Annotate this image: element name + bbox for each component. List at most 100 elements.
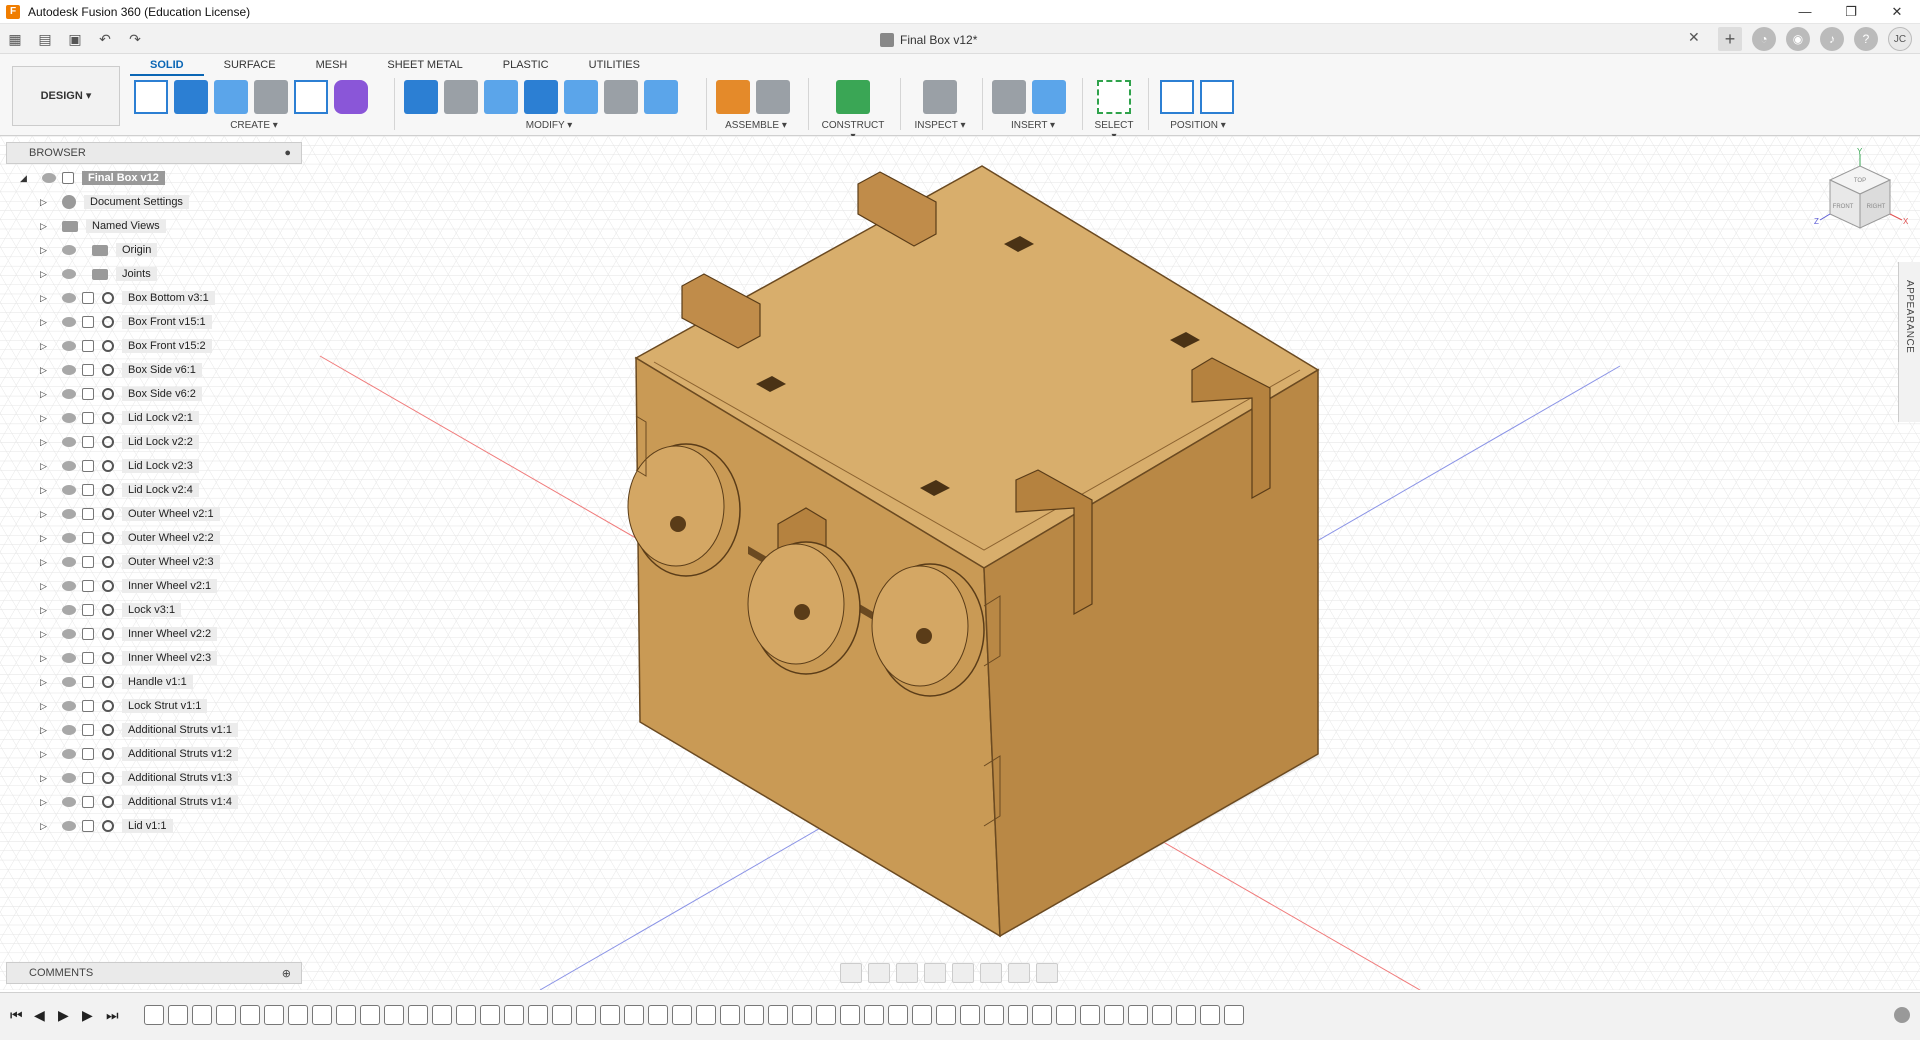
expand-arrow-icon[interactable]: ▷ — [40, 197, 52, 208]
capture-position-icon[interactable] — [1160, 80, 1194, 114]
expand-arrow-icon[interactable]: ▷ — [40, 557, 52, 568]
expand-arrow-icon[interactable]: ▷ — [40, 749, 52, 760]
timeline-feature-icon[interactable] — [336, 1005, 356, 1025]
display-settings-icon[interactable] — [980, 963, 1002, 983]
timeline-feature-icon[interactable] — [1008, 1005, 1028, 1025]
modify-menu-label[interactable]: MODIFY ▾ — [404, 120, 694, 131]
document-tab[interactable]: Final Box v12* — [880, 29, 977, 51]
hole-icon[interactable] — [254, 80, 288, 114]
maximize-button[interactable]: ❐ — [1828, 0, 1874, 24]
close-document-tab-icon[interactable]: ✕ — [1688, 29, 1700, 46]
comments-panel-header[interactable]: COMMENTS ⊕ — [6, 962, 302, 984]
extrude-icon[interactable] — [174, 80, 208, 114]
timeline-feature-icon[interactable] — [216, 1005, 236, 1025]
tab-sheet-metal[interactable]: SHEET METAL — [367, 56, 482, 76]
revolve-icon[interactable] — [214, 80, 248, 114]
appearance-panel-tab[interactable]: APPEARANCE — [1898, 262, 1920, 422]
timeline-feature-icon[interactable] — [504, 1005, 524, 1025]
timeline-feature-icon[interactable] — [552, 1005, 572, 1025]
timeline-feature-icon[interactable] — [1032, 1005, 1052, 1025]
timeline-feature-icon[interactable] — [1200, 1005, 1220, 1025]
extensions-icon[interactable]: ◔ — [1752, 27, 1776, 51]
browser-item[interactable]: ▷ Lock v3:1 — [40, 600, 182, 620]
visibility-eye-icon[interactable] — [62, 557, 76, 567]
new-component-icon[interactable] — [716, 80, 750, 114]
browser-collapse-icon[interactable]: ● — [284, 147, 291, 159]
timeline-feature-icon[interactable] — [888, 1005, 908, 1025]
browser-item[interactable]: ▷ Lid Lock v2:2 — [40, 432, 199, 452]
visibility-eye-icon[interactable] — [62, 725, 76, 735]
browser-item[interactable]: ▷ Inner Wheel v2:3 — [40, 648, 218, 668]
timeline-last-button[interactable]: ⏭ — [106, 1007, 120, 1023]
browser-root-component[interactable]: ◢ Final Box v12 — [20, 168, 165, 188]
timeline-previous-button[interactable]: ◀ — [34, 1007, 48, 1023]
browser-item[interactable]: ▷ Lid Lock v2:1 — [40, 408, 199, 428]
timeline-feature-icon[interactable] — [600, 1005, 620, 1025]
timeline-feature-icon[interactable] — [144, 1005, 164, 1025]
timeline-first-button[interactable]: ⏮ — [10, 1007, 24, 1023]
expand-arrow-icon[interactable]: ▷ — [40, 293, 52, 304]
select-window-icon[interactable] — [1097, 80, 1131, 114]
timeline-feature-icon[interactable] — [1176, 1005, 1196, 1025]
timeline-feature-icon[interactable] — [288, 1005, 308, 1025]
close-window-button[interactable]: ✕ — [1874, 0, 1920, 24]
browser-item[interactable]: ▷ Outer Wheel v2:2 — [40, 528, 220, 548]
expand-arrow-icon[interactable]: ▷ — [40, 725, 52, 736]
visibility-eye-icon[interactable] — [62, 437, 76, 447]
expand-arrow-icon[interactable]: ▷ — [40, 701, 52, 712]
minimize-button[interactable]: — — [1782, 0, 1828, 24]
timeline-feature-icon[interactable] — [792, 1005, 812, 1025]
browser-item[interactable]: ▷ Inner Wheel v2:2 — [40, 624, 218, 644]
visibility-eye-icon[interactable] — [42, 173, 56, 183]
expand-arrow-icon[interactable]: ▷ — [40, 581, 52, 592]
timeline-settings-gear-icon[interactable] — [1894, 1007, 1910, 1023]
browser-item[interactable]: ▷ Lid v1:1 — [40, 816, 173, 836]
tab-mesh[interactable]: MESH — [296, 56, 368, 76]
joint-icon[interactable] — [756, 80, 790, 114]
timeline-feature-icon[interactable] — [960, 1005, 980, 1025]
visibility-eye-icon[interactable] — [62, 629, 76, 639]
position-menu-label[interactable]: POSITION ▾ — [1160, 120, 1236, 131]
look-at-icon[interactable] — [868, 963, 890, 983]
browser-item[interactable]: ▷ Box Side v6:2 — [40, 384, 202, 404]
expand-arrow-icon[interactable]: ▷ — [40, 629, 52, 640]
visibility-eye-icon[interactable] — [62, 701, 76, 711]
visibility-eye-icon[interactable] — [62, 581, 76, 591]
browser-item[interactable]: ▷ Lid Lock v2:3 — [40, 456, 199, 476]
timeline-feature-icon[interactable] — [1152, 1005, 1172, 1025]
undo-icon[interactable]: ↶ — [93, 27, 117, 51]
timeline-play-button[interactable]: ▶ — [58, 1007, 72, 1023]
timeline-feature-icon[interactable] — [240, 1005, 260, 1025]
timeline-feature-icon[interactable] — [768, 1005, 788, 1025]
expand-arrow-icon[interactable]: ▷ — [40, 389, 52, 400]
align-icon[interactable] — [644, 80, 678, 114]
shell-icon[interactable] — [484, 80, 518, 114]
new-tab-plus-icon[interactable]: + — [1718, 27, 1742, 51]
timeline-feature-icon[interactable] — [840, 1005, 860, 1025]
visibility-eye-icon[interactable] — [62, 485, 76, 495]
create-menu-label[interactable]: CREATE ▾ — [134, 120, 374, 131]
expand-arrow-icon[interactable]: ▷ — [40, 221, 52, 232]
model-canvas[interactable] — [0, 136, 1920, 990]
timeline-feature-icon[interactable] — [456, 1005, 476, 1025]
timeline-feature-icon[interactable] — [624, 1005, 644, 1025]
browser-item[interactable]: ▷ Outer Wheel v2:3 — [40, 552, 220, 572]
visibility-eye-icon[interactable] — [62, 797, 76, 807]
expand-arrow-icon[interactable]: ▷ — [40, 413, 52, 424]
expand-arrow-icon[interactable]: ▷ — [40, 485, 52, 496]
visibility-eye-icon[interactable] — [62, 509, 76, 519]
visibility-eye-icon[interactable] — [62, 365, 76, 375]
orbit-icon[interactable] — [840, 963, 862, 983]
browser-item[interactable]: ▷ Box Front v15:2 — [40, 336, 212, 356]
expand-arrow-icon[interactable]: ▷ — [40, 653, 52, 664]
notifications-bell-icon[interactable]: ♪ — [1820, 27, 1844, 51]
tab-utilities[interactable]: UTILITIES — [569, 56, 660, 76]
visibility-eye-icon[interactable] — [62, 653, 76, 663]
collapse-arrow-icon[interactable]: ◢ — [20, 173, 32, 184]
visibility-eye-icon[interactable] — [62, 293, 76, 303]
visibility-eye-icon[interactable] — [62, 749, 76, 759]
browser-item[interactable]: ▷ Inner Wheel v2:1 — [40, 576, 218, 596]
timeline-feature-icon[interactable] — [984, 1005, 1004, 1025]
add-comment-icon[interactable]: ⊕ — [282, 967, 291, 980]
timeline-feature-icon[interactable] — [192, 1005, 212, 1025]
